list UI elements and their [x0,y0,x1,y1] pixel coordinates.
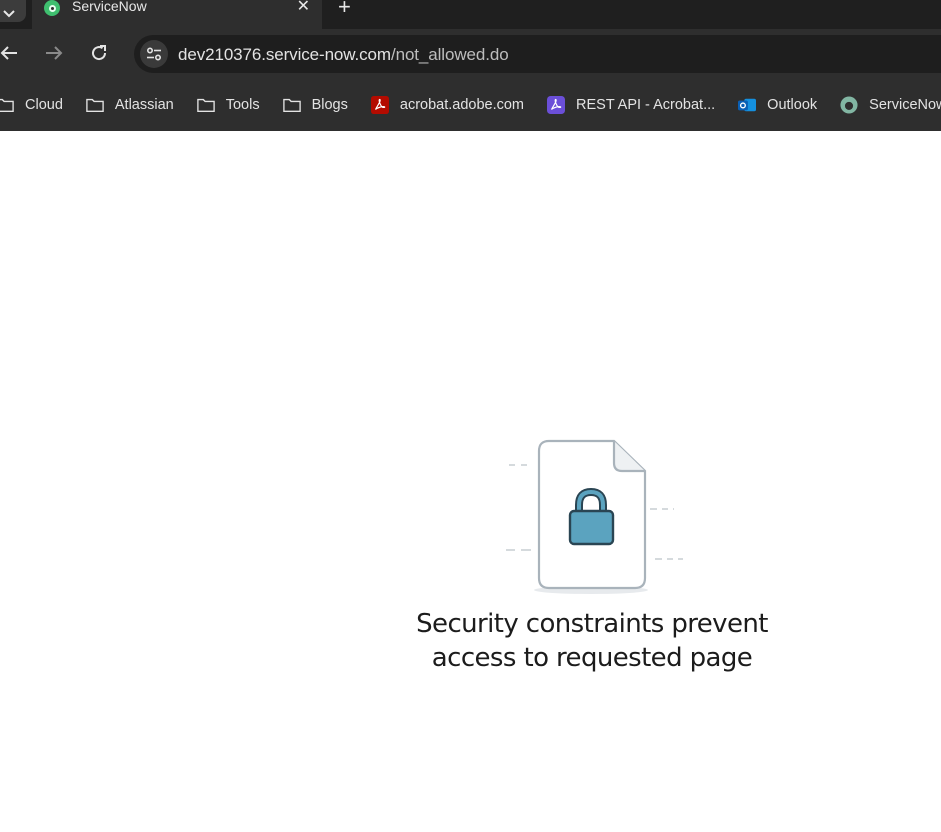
arrow-right-icon [46,46,63,60]
servicenow-icon [840,96,858,114]
chevron-down-icon [3,10,15,18]
back-button[interactable] [0,40,22,66]
bookmarks-bar: Cloud Atlassian Tools Blogs acrobat.adob… [0,79,941,131]
servicenow-icon [44,0,60,16]
bookmark-tools[interactable]: Tools [196,96,260,114]
bookmark-label: Tools [225,97,260,113]
close-tab-icon[interactable]: ✕ [297,0,310,16]
bookmark-outlook[interactable]: Outlook [738,96,817,114]
tab-search-button[interactable] [0,0,26,22]
site-info-button[interactable] [140,40,168,68]
url-text[interactable]: dev210376.service-now.com/not_allowed.do [178,45,509,65]
tab-strip: ServiceNow ✕ + [0,0,941,29]
bookmark-cloud[interactable]: Cloud [0,96,63,114]
url-host: dev210376.service-now.com [178,45,391,64]
arrow-left-icon [0,46,17,60]
bookmark-label: Blogs [311,97,348,113]
acrobat-services-icon [547,96,566,114]
error-message: Security constraints prevent access to r… [392,607,792,675]
bookmark-atlassian[interactable]: Atlassian [86,96,174,114]
adobe-acrobat-icon [370,96,389,114]
url-path: /not_allowed.do [390,45,509,64]
address-bar[interactable]: dev210376.service-now.com/not_allowed.do [134,35,941,73]
bookmark-label: Atlassian [114,97,174,113]
bookmark-servicenow[interactable]: ServiceNow [840,96,941,114]
forward-button[interactable] [41,40,67,66]
reload-icon [92,45,107,61]
bookmark-label: acrobat.adobe.com [399,97,525,113]
error-message-line-2: access to requested page [431,643,753,673]
reload-button[interactable] [86,40,112,66]
new-tab-button[interactable]: + [338,0,351,20]
folder-icon [196,96,215,114]
page-content [0,131,941,832]
bookmark-blogs[interactable]: Blogs [282,96,348,114]
error-message-line-1: Security constraints prevent [416,609,768,639]
active-tab[interactable]: ServiceNow ✕ [32,0,322,29]
bookmark-label: ServiceNow [869,97,941,113]
bookmark-label: REST API - Acrobat... [576,97,716,113]
tune-icon [146,47,162,61]
folder-icon [282,96,301,114]
bookmark-label: Cloud [25,97,63,113]
folder-icon [0,96,14,114]
bookmark-label: Outlook [767,97,818,113]
bookmark-rest-api[interactable]: REST API - Acrobat... [547,96,715,114]
outlook-icon [738,96,757,114]
locked-document-icon [505,437,687,597]
folder-icon [86,96,104,114]
browser-toolbar: dev210376.service-now.com/not_allowed.do [0,29,941,79]
tab-title: ServiceNow [72,0,147,14]
bookmark-acrobat[interactable]: acrobat.adobe.com [370,96,525,114]
